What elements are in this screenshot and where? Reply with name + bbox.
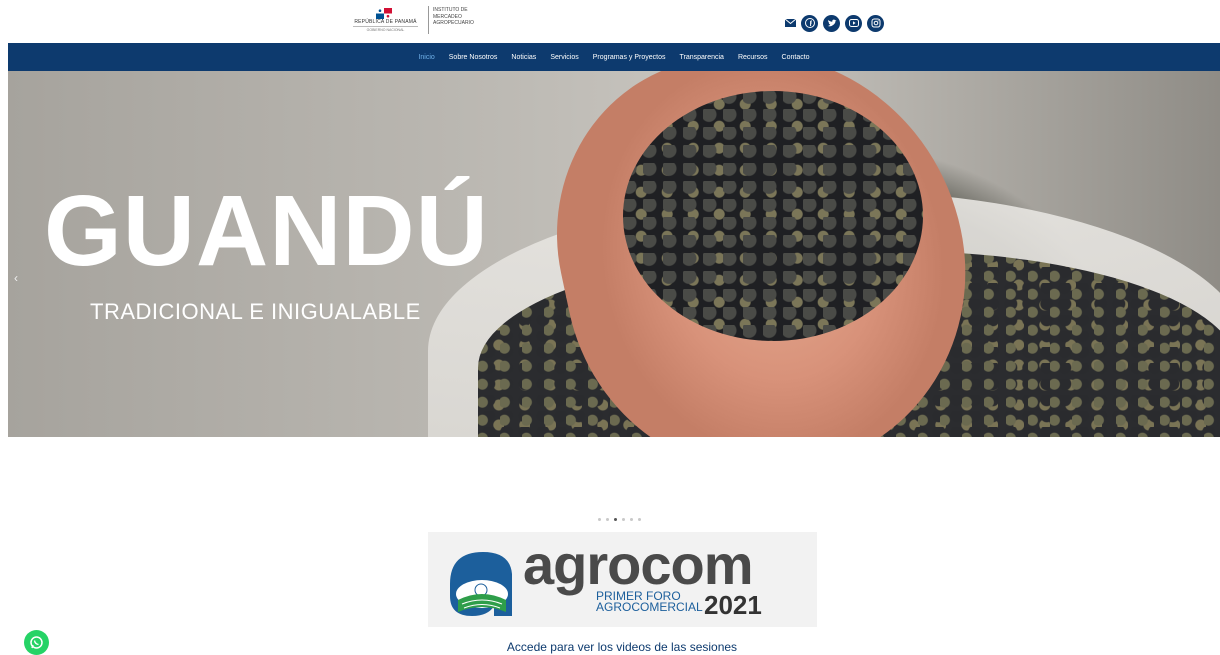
slider-dot[interactable]: [638, 518, 641, 521]
nav-list: Inicio Sobre Nosotros Noticias Servicios…: [8, 43, 1220, 71]
nav-item-recursos[interactable]: Recursos: [738, 54, 768, 61]
gov-panama-logo[interactable]: REPÚBLICA DE PANAMÁ GOBIERNO NACIONAL: [343, 5, 428, 35]
nav-item-noticias[interactable]: Noticias: [511, 54, 536, 61]
top-header: REPÚBLICA DE PANAMÁ GOBIERNO NACIONAL IN…: [0, 0, 1220, 43]
instagram-icon[interactable]: [867, 14, 884, 32]
nav-item-contacto[interactable]: Contacto: [782, 54, 810, 61]
hero-subtitle: TRADICIONAL E INIGUALABLE: [90, 299, 421, 324]
mail-icon[interactable]: [784, 18, 796, 28]
ima-logo-text[interactable]: INSTITUTO DE MERCADEO AGROPECUARIO: [433, 7, 503, 27]
gov-logo-text: REPÚBLICA DE PANAMÁ: [354, 19, 417, 25]
facebook-icon[interactable]: [801, 14, 818, 32]
nav-item-inicio[interactable]: Inicio: [418, 54, 434, 61]
whatsapp-icon[interactable]: [24, 630, 49, 655]
slider-prev-arrow-icon[interactable]: ‹: [14, 271, 18, 285]
agrocom-subtitle-2: AGROCOMERCIAL: [596, 600, 703, 614]
logo-divider: [428, 6, 429, 34]
slider-dot[interactable]: [598, 518, 601, 521]
youtube-icon[interactable]: [845, 14, 862, 32]
agrocom-year: 2021: [704, 590, 762, 620]
slider-dot[interactable]: [622, 518, 625, 521]
nav-item-transparencia[interactable]: Transparencia: [679, 54, 724, 61]
nav-item-programas[interactable]: Programas y Proyectos: [593, 54, 666, 61]
social-links: [784, 13, 884, 33]
agrocom-logo-icon: [450, 552, 512, 616]
slider-dot[interactable]: [606, 518, 609, 521]
agrocom-wordmark: agrocom: [523, 533, 753, 596]
panama-flag-icon: [376, 8, 392, 19]
slider-dot-active[interactable]: [614, 518, 617, 521]
agrocom-banner[interactable]: agrocom PRIMER FORO AGROCOMERCIAL 2021: [428, 532, 817, 627]
nav-item-sobre-nosotros[interactable]: Sobre Nosotros: [449, 54, 498, 61]
sessions-video-link[interactable]: Accede para ver los videos de las sesion…: [0, 640, 1220, 654]
nav-item-servicios[interactable]: Servicios: [550, 54, 578, 61]
hand-beans-image: [623, 91, 923, 341]
main-navigation: Inicio Sobre Nosotros Noticias Servicios…: [8, 43, 1220, 71]
slider-dot[interactable]: [630, 518, 633, 521]
ima-line-3: AGROPECUARIO: [433, 20, 474, 26]
hero-title: GUANDÚ: [44, 175, 489, 287]
hero-slider[interactable]: GUANDÚ TRADICIONAL E INIGUALABLE ‹: [8, 71, 1220, 437]
slider-dots: [598, 518, 641, 521]
twitter-icon[interactable]: [823, 14, 840, 32]
gov-logo-subtext: GOBIERNO NACIONAL: [353, 26, 418, 32]
